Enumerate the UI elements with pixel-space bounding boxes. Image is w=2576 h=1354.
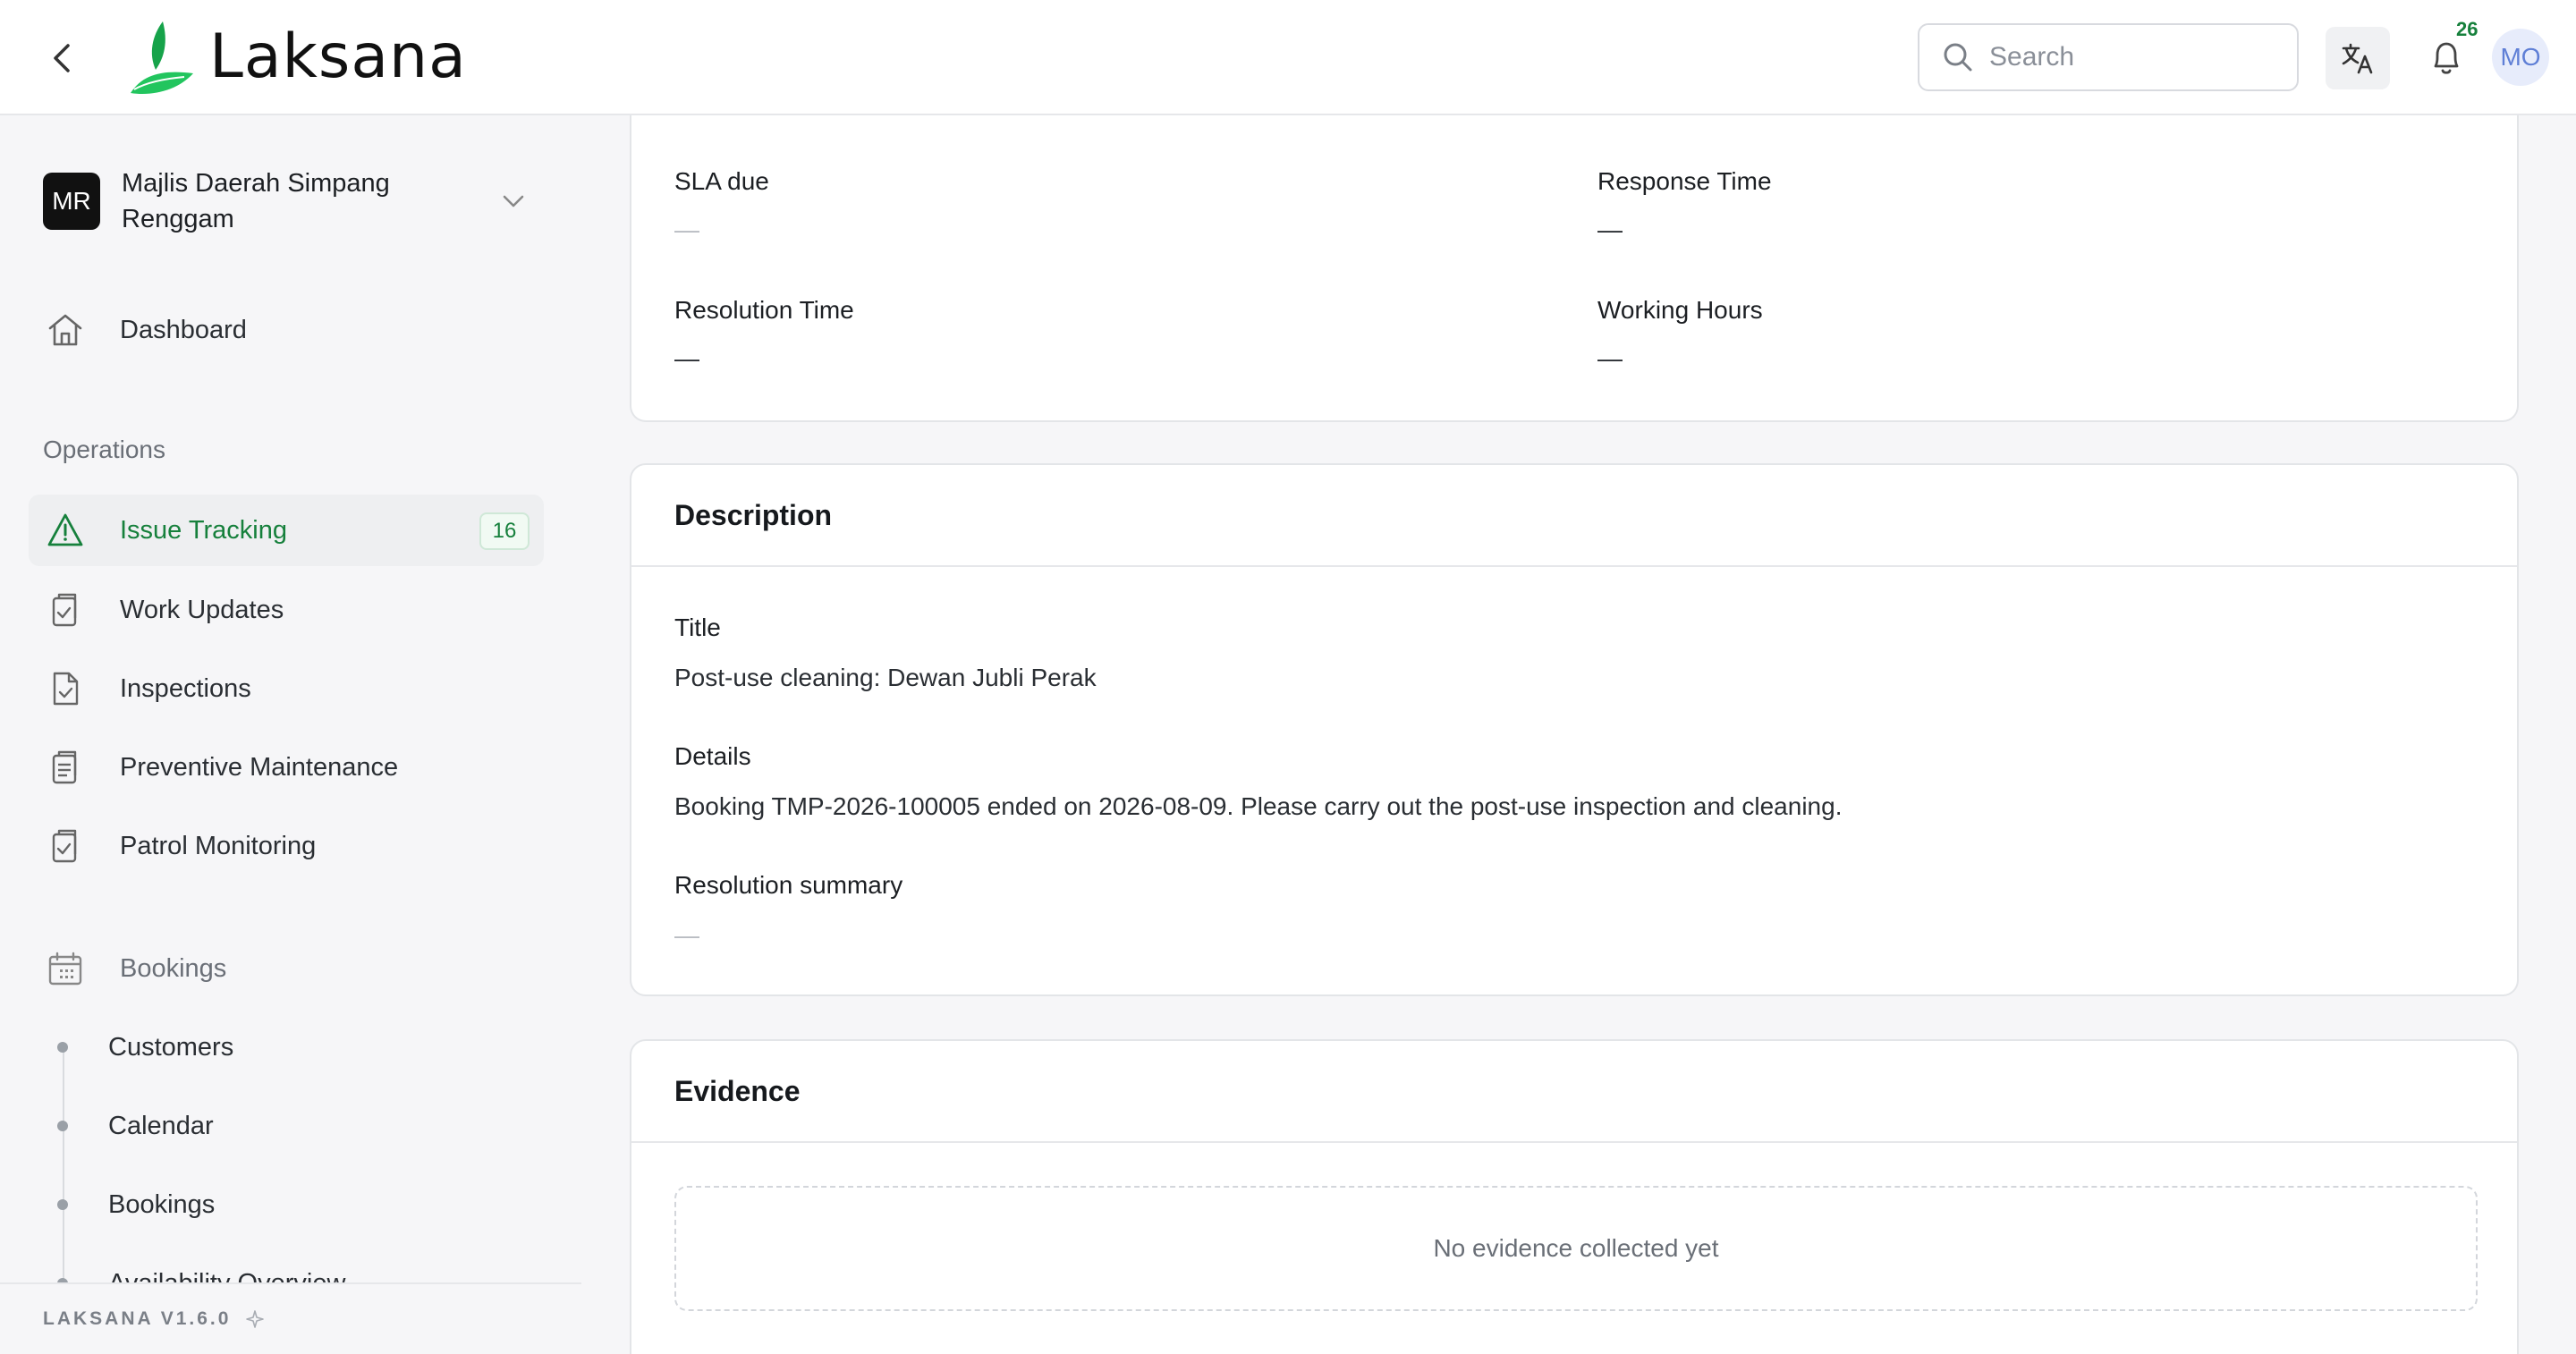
clipboard-check-icon	[45, 589, 86, 630]
clipboard-check-icon	[45, 825, 86, 867]
app-logo[interactable]: Laksana	[125, 18, 467, 95]
resolution-summary-label: Resolution summary	[674, 871, 903, 899]
sidebar-subitem-bookings[interactable]: Bookings	[57, 1178, 215, 1231]
search-input[interactable]	[1989, 42, 2275, 72]
bullet-dot	[57, 1121, 68, 1131]
sidebar-item-label: Patrol Monitoring	[120, 831, 317, 860]
sidebar-item-work-updates[interactable]: Work Updates	[29, 574, 544, 646]
org-avatar: MR	[43, 173, 100, 230]
app-name: Laksana	[209, 21, 467, 92]
response-time-label: Response Time	[1597, 167, 1772, 195]
user-avatar[interactable]: MO	[2492, 29, 2549, 86]
resolution-summary-value: —	[674, 921, 699, 949]
response-time-value: —	[1597, 216, 1623, 243]
sidebar-item-label: Work Updates	[120, 595, 284, 624]
alert-triangle-icon	[45, 510, 86, 551]
language-button[interactable]	[2326, 27, 2390, 89]
top-header: Laksana 26 MO	[0, 0, 2576, 115]
sidebar-item-issue-tracking[interactable]: Issue Tracking 16	[29, 495, 544, 566]
search-icon	[1944, 43, 1972, 72]
sidebar: MR Majlis Daerah Simpang Renggam Dashboa…	[0, 117, 581, 1354]
leaf-logo-icon	[131, 21, 193, 95]
organization-switcher[interactable]: MR Majlis Daerah Simpang Renggam	[43, 157, 544, 246]
notification-count-badge: 26	[2456, 18, 2479, 40]
sidebar-subitem-label: Customers	[108, 1032, 234, 1062]
search-box[interactable]	[1918, 23, 2299, 91]
sidebar-subitem-label: Calendar	[108, 1111, 214, 1140]
version-footer: LAKSANA V1.6.0	[0, 1282, 581, 1354]
working-hours-label: Working Hours	[1597, 296, 1763, 324]
evidence-empty-text: No evidence collected yet	[1433, 1234, 1719, 1262]
home-icon	[45, 309, 86, 351]
sidebar-item-preventive-maintenance[interactable]: Preventive Maintenance	[29, 732, 544, 803]
sidebar-subitem-label: Bookings	[108, 1189, 216, 1219]
file-check-icon	[45, 668, 86, 709]
evidence-empty-state: No evidence collected yet	[674, 1186, 2478, 1311]
title-label: Title	[674, 614, 721, 641]
sparkle-icon	[246, 1310, 265, 1328]
title-value: Post-use cleaning: Dewan Jubli Perak	[674, 664, 1097, 691]
count-badge: 16	[479, 512, 530, 550]
sidebar-subitem-calendar[interactable]: Calendar	[57, 1099, 214, 1153]
sidebar-item-inspections[interactable]: Inspections	[29, 653, 544, 724]
bell-icon	[2434, 42, 2459, 74]
sla-due-label: SLA due	[674, 167, 769, 195]
card-header: Description	[631, 465, 2517, 567]
sidebar-item-label: Issue Tracking	[120, 515, 287, 545]
resolution-time-value: —	[674, 344, 699, 372]
translate-icon	[2342, 43, 2373, 74]
evidence-card: Evidence No evidence collected yet	[630, 1039, 2519, 1354]
sidebar-item-label: Bookings	[120, 953, 227, 983]
details-label: Details	[674, 742, 751, 770]
sidebar-item-label: Inspections	[120, 673, 251, 703]
card-title: Description	[674, 498, 833, 531]
bullet-dot	[57, 1042, 68, 1053]
card-title: Evidence	[674, 1074, 801, 1107]
org-name: Majlis Daerah Simpang Renggam	[122, 169, 390, 233]
back-button[interactable]	[39, 36, 84, 80]
bullet-dot	[57, 1199, 68, 1210]
resolution-time-label: Resolution Time	[674, 296, 854, 324]
card-header: Evidence	[631, 1041, 2517, 1143]
chevron-down-icon	[503, 195, 524, 207]
calendar-icon	[45, 948, 86, 989]
sla-due-value: —	[674, 216, 699, 243]
sidebar-item-dashboard[interactable]: Dashboard	[29, 294, 544, 366]
clipboard-list-icon	[45, 747, 86, 788]
sidebar-subitem-customers[interactable]: Customers	[57, 1020, 233, 1074]
details-value: Booking TMP-2026-100005 ended on 2026-08…	[674, 792, 1843, 820]
section-label-operations: Operations	[43, 436, 165, 463]
sidebar-item-label: Preventive Maintenance	[120, 752, 399, 782]
sidebar-item-label: Dashboard	[120, 315, 247, 344]
version-label: LAKSANA V1.6.0	[43, 1308, 232, 1329]
sidebar-item-bookings-group[interactable]: Bookings	[29, 933, 544, 1004]
chevron-left-icon	[54, 44, 70, 72]
sla-card: SLA due — Response Time — Resolution Tim…	[630, 115, 2519, 422]
working-hours-value: —	[1597, 344, 1623, 372]
sidebar-item-patrol-monitoring[interactable]: Patrol Monitoring	[29, 810, 544, 882]
description-card: Description Title Post-use cleaning: Dew…	[630, 463, 2519, 996]
